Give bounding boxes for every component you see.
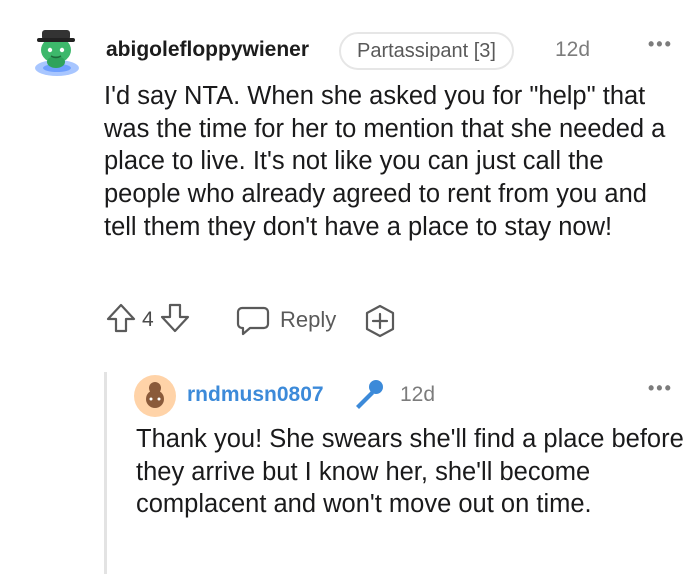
reply-button[interactable]: Reply (236, 300, 336, 340)
comment-timestamp[interactable]: 12d (555, 38, 590, 62)
upvote-arrow-icon[interactable] (104, 301, 138, 340)
reply-timestamp[interactable]: 12d (400, 383, 435, 407)
reply-username[interactable]: rndmusn0807 (187, 383, 324, 407)
speech-bubble-icon (236, 304, 270, 336)
avatar[interactable] (24, 16, 88, 80)
reply-body: Thank you! She swears she'll find a plac… (136, 425, 684, 519)
thread-line[interactable] (104, 372, 107, 574)
downvote-arrow-icon[interactable] (158, 301, 192, 340)
reply-label: Reply (280, 307, 337, 332)
comment-body: I'd say NTA. When she asked you for "hel… (104, 82, 666, 241)
snoo-avatar-icon (35, 30, 79, 76)
snoo-avatar-icon (134, 375, 176, 417)
microphone-icon (350, 378, 386, 417)
reply-avatar[interactable] (134, 375, 176, 417)
reply-more-options-button[interactable]: ••• (648, 378, 673, 399)
user-flair: Partassipant [3] (339, 32, 514, 70)
vote-count: 4 (142, 308, 154, 331)
more-options-button[interactable]: ••• (648, 34, 673, 55)
comment-username[interactable]: abigolefloppywiener (106, 38, 309, 62)
vote-controls: 4 (104, 300, 192, 340)
award-button[interactable] (362, 303, 398, 344)
award-plus-icon (365, 304, 395, 338)
